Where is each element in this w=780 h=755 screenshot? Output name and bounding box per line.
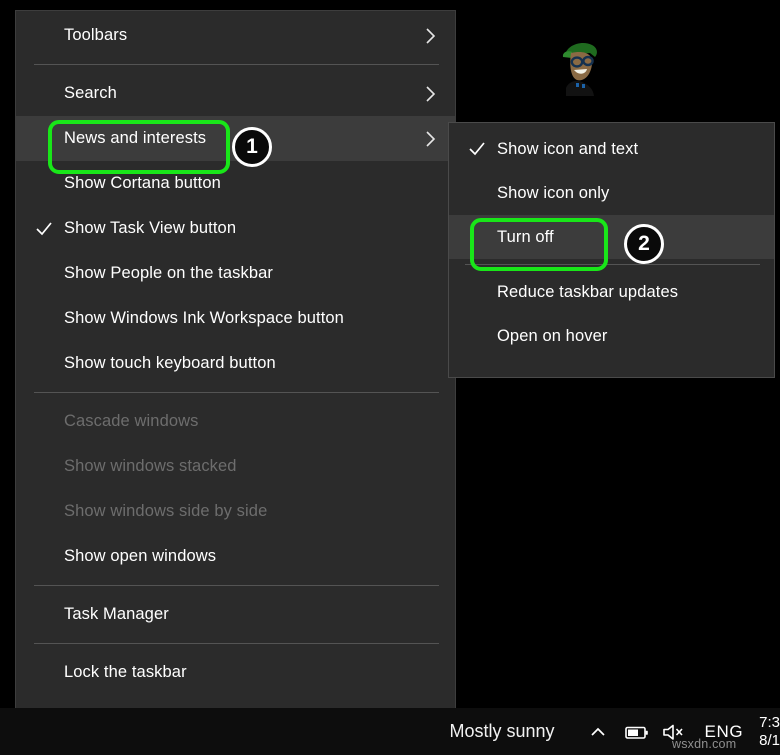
- system-tray: [587, 721, 683, 743]
- submenu-item-label: Reduce taskbar updates: [497, 283, 678, 302]
- menu-item-label: Show Windows Ink Workspace button: [64, 309, 344, 328]
- submenu-item-label: Turn off: [497, 228, 554, 247]
- menu-item-label: Show People on the taskbar: [64, 264, 273, 283]
- menu-item-show-open-windows[interactable]: Show open windows: [16, 534, 455, 579]
- menu-item-show-cortana-button[interactable]: Show Cortana button: [16, 161, 455, 206]
- submenu-item-open-on-hover[interactable]: Open on hover: [449, 314, 774, 358]
- submenu-item-label: Show icon and text: [497, 140, 638, 159]
- chevron-right-icon: [425, 129, 437, 149]
- menu-item-search[interactable]: Search: [16, 71, 455, 116]
- submenu-item-show-icon-only[interactable]: Show icon only: [449, 171, 774, 215]
- menu-item-lock-the-taskbar[interactable]: Lock the taskbar: [16, 650, 455, 695]
- menu-separator: [34, 643, 439, 644]
- menu-separator: [34, 392, 439, 393]
- menu-item-show-windows-side-by-side: Show windows side by side: [16, 489, 455, 534]
- menu-item-show-task-view-button[interactable]: Show Task View button: [16, 206, 455, 251]
- news-and-interests-submenu: Show icon and text Show icon only Turn o…: [448, 122, 775, 378]
- check-icon: [468, 140, 486, 158]
- cartoon-avatar-icon: [556, 38, 604, 96]
- annotation-badge-2: 2: [624, 224, 664, 264]
- menu-item-label: Toolbars: [64, 26, 127, 45]
- chevron-right-icon: [425, 84, 437, 104]
- battery-icon[interactable]: [624, 721, 646, 743]
- chevron-up-icon[interactable]: [587, 721, 609, 743]
- check-icon: [35, 220, 53, 238]
- menu-item-label: Show windows stacked: [64, 457, 237, 476]
- menu-item-label: News and interests: [64, 129, 206, 148]
- submenu-separator: [465, 264, 760, 265]
- menu-item-show-touch-keyboard-button[interactable]: Show touch keyboard button: [16, 341, 455, 386]
- site-watermark: wsxdn.com: [672, 737, 736, 751]
- menu-item-label: Show touch keyboard button: [64, 354, 276, 373]
- clock[interactable]: 7:3 8/1: [759, 714, 780, 749]
- menu-item-label: Search: [64, 84, 117, 103]
- menu-separator: [34, 64, 439, 65]
- menu-item-label: Cascade windows: [64, 412, 198, 431]
- menu-separator: [34, 585, 439, 586]
- menu-item-cascade-windows: Cascade windows: [16, 399, 455, 444]
- submenu-item-label: Open on hover: [497, 327, 607, 346]
- chevron-right-icon: [425, 26, 437, 46]
- taskbar: Mostly sunny ENG 7:3 8/1: [0, 708, 780, 755]
- taskbar-context-menu: Toolbars Search News and interests Show …: [15, 10, 456, 755]
- submenu-item-reduce-taskbar-updates[interactable]: Reduce taskbar updates: [449, 270, 774, 314]
- submenu-item-turn-off[interactable]: Turn off: [449, 215, 774, 259]
- clock-date: 8/1: [759, 732, 780, 749]
- menu-item-toolbars[interactable]: Toolbars: [16, 13, 455, 58]
- menu-item-label: Task Manager: [64, 605, 169, 624]
- menu-item-label: Show Task View button: [64, 219, 236, 238]
- desktop-background-strip: [0, 0, 15, 708]
- menu-item-label: Show Cortana button: [64, 174, 221, 193]
- menu-item-show-windows-ink-workspace-button[interactable]: Show Windows Ink Workspace button: [16, 296, 455, 341]
- menu-item-show-windows-stacked: Show windows stacked: [16, 444, 455, 489]
- taskbar-left-area: [0, 708, 437, 755]
- annotation-badge-1: 1: [232, 127, 272, 167]
- menu-item-show-people-on-the-taskbar[interactable]: Show People on the taskbar: [16, 251, 455, 296]
- submenu-item-show-icon-and-text[interactable]: Show icon and text: [449, 127, 774, 171]
- menu-item-task-manager[interactable]: Task Manager: [16, 592, 455, 637]
- submenu-item-label: Show icon only: [497, 184, 609, 203]
- weather-widget-label[interactable]: Mostly sunny: [449, 721, 554, 742]
- menu-item-label: Lock the taskbar: [64, 663, 187, 682]
- desktop-screen: Toolbars Search News and interests Show …: [0, 0, 780, 755]
- menu-item-label: Show open windows: [64, 547, 216, 566]
- clock-time: 7:3: [759, 714, 780, 731]
- menu-item-label: Show windows side by side: [64, 502, 267, 521]
